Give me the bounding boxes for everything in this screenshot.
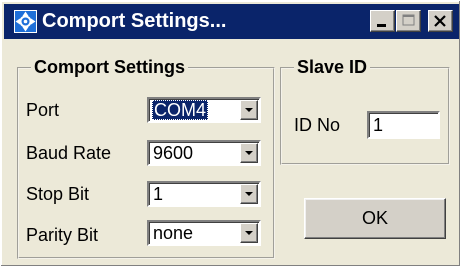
stop-bit-select[interactable]: 1: [147, 181, 261, 207]
port-value: COM4: [152, 100, 209, 120]
port-select[interactable]: COM4: [147, 97, 261, 123]
close-icon: [434, 15, 446, 27]
minimize-icon: [377, 24, 386, 27]
chevron-down-icon: [245, 151, 253, 155]
minimize-button[interactable]: [370, 10, 395, 32]
stop-bit-label: Stop Bit: [26, 184, 90, 204]
network-icon: [14, 10, 37, 33]
comport-settings-window: Comport Settings... Comport Settings Por…: [0, 0, 461, 267]
parity-bit-label: Parity Bit: [26, 225, 99, 245]
id-no-label: ID No: [294, 115, 341, 135]
maximize-icon: [402, 14, 415, 26]
stop-bit-dropdown-button[interactable]: [240, 184, 258, 204]
baud-rate-select[interactable]: 9600: [147, 140, 261, 166]
stop-bit-value: 1: [153, 184, 164, 204]
window-title: Comport Settings...: [42, 10, 227, 32]
parity-bit-dropdown-button[interactable]: [240, 223, 258, 243]
id-no-input[interactable]: [367, 111, 440, 139]
comport-settings-legend: Comport Settings: [31, 56, 188, 78]
maximize-button[interactable]: [396, 10, 421, 32]
baud-rate-label: Baud Rate: [26, 143, 112, 163]
parity-bit-select[interactable]: none: [147, 220, 261, 246]
port-dropdown-button[interactable]: [240, 100, 258, 120]
ok-button[interactable]: OK: [304, 198, 446, 239]
title-bar[interactable]: Comport Settings...: [4, 4, 459, 39]
close-button[interactable]: [428, 10, 453, 32]
chevron-down-icon: [245, 192, 253, 196]
baud-rate-value: 9600: [153, 143, 194, 163]
parity-bit-value: none: [153, 223, 194, 243]
port-label: Port: [26, 100, 60, 120]
chevron-down-icon: [245, 108, 253, 112]
chevron-down-icon: [245, 231, 253, 235]
baud-rate-dropdown-button[interactable]: [240, 143, 258, 163]
slave-id-legend: Slave ID: [294, 56, 371, 78]
